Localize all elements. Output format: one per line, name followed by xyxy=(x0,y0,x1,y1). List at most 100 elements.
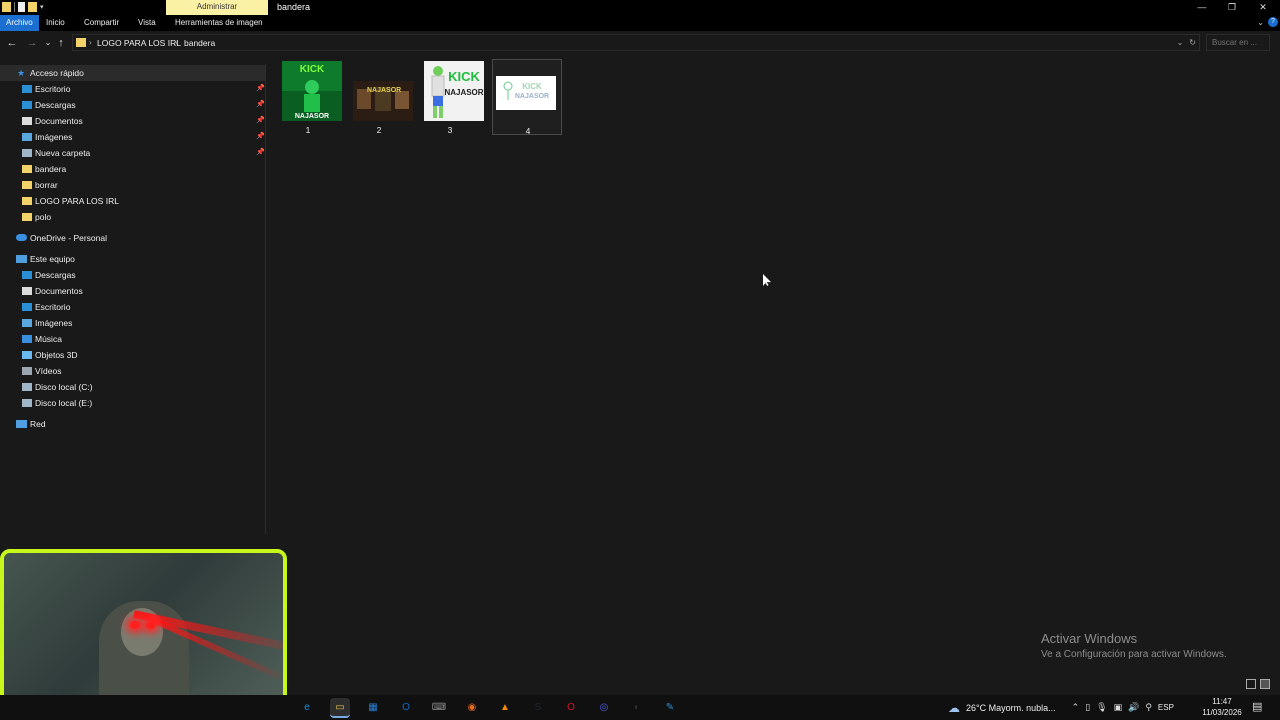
file-item[interactable]: NAJASOR 2 xyxy=(344,59,414,135)
sidebar-item-escritorio[interactable]: Escritorio 📌 xyxy=(0,81,265,97)
forward-arrow-icon[interactable]: → xyxy=(25,36,39,50)
show-hidden-icons-chevron-icon[interactable]: ⌃ xyxy=(1072,702,1080,713)
file-item[interactable]: KICK NAJASOR 1 xyxy=(273,59,343,135)
weather-text[interactable]: 26°C Mayorm. nubla... xyxy=(966,703,1056,713)
sidebar-item-red[interactable]: Red xyxy=(0,416,265,432)
image-thumbnail: KICK NAJASOR xyxy=(282,61,342,121)
tab-herramientas-de-imagen[interactable]: Herramientas de imagen xyxy=(169,15,269,31)
file-list-view[interactable]: KICK NAJASOR 1 NAJASOR 2 KICK NAJASOR 3 xyxy=(267,55,1280,695)
breadcrumb-separator-icon[interactable]: › xyxy=(89,35,92,51)
file-item[interactable]: KICK NAJASOR 3 xyxy=(415,59,485,135)
sidebar-item-polo[interactable]: polo xyxy=(0,209,265,225)
sidebar-item-documentos[interactable]: Documentos 📌 xyxy=(0,113,265,129)
microphone-icon[interactable]: 🎙 xyxy=(1096,702,1107,713)
search-box[interactable] xyxy=(1206,34,1270,51)
navigation-pane: ★ Acceso rápido Escritorio 📌 Descargas 📌 Doc… xyxy=(0,64,266,534)
sidebar-item-logo-para-los-irl[interactable]: LOGO PARA LOS IRL xyxy=(0,193,265,209)
language-indicator[interactable]: ESP xyxy=(1158,703,1174,712)
sidebar-item-pc-escritorio[interactable]: Escritorio xyxy=(0,299,265,315)
tab-compartir[interactable]: Compartir xyxy=(78,15,125,31)
clock[interactable]: 11:47 11/03/2026 xyxy=(1200,696,1244,718)
search-input[interactable] xyxy=(1207,35,1269,50)
drive-icon xyxy=(22,399,32,407)
discord-icon[interactable]: ◎ xyxy=(594,698,614,718)
sidebar-item-nueva-carpeta[interactable]: Nueva carpeta 📌 xyxy=(0,145,265,161)
pin-icon[interactable]: 📌 xyxy=(256,81,265,97)
restore-button[interactable]: ❐ xyxy=(1217,0,1247,15)
sidebar-item-pc-disco-local-e-[interactable]: Disco local (E:) xyxy=(0,395,265,411)
pin-icon[interactable]: 📌 xyxy=(256,129,265,145)
tab-inicio[interactable]: Inicio xyxy=(40,15,71,31)
sidebar-item-pc-documentos[interactable]: Documentos xyxy=(0,283,265,299)
download-icon xyxy=(22,101,32,109)
breadcrumb-bandera[interactable]: bandera xyxy=(184,35,215,51)
sidebar-item-pc-imágenes[interactable]: Imágenes xyxy=(0,315,265,331)
new-folder-icon[interactable] xyxy=(28,2,37,12)
outlook-icon[interactable]: O xyxy=(396,698,416,718)
sidebar-item-acceso-rapido[interactable]: ★ Acceso rápido xyxy=(0,65,265,81)
file-explorer-icon[interactable]: ▭ xyxy=(330,698,350,718)
quick-access-toolbar: ▾ xyxy=(2,2,44,12)
sidebar-item-pc-objetos-3d[interactable]: Objetos 3D xyxy=(0,347,265,363)
glowing-eye xyxy=(130,621,140,629)
firefox-icon[interactable]: ◉ xyxy=(462,698,482,718)
breadcrumb-logo-para-los-irl[interactable]: LOGO PARA LOS IRL xyxy=(97,35,181,51)
vlc-icon[interactable]: ▲ xyxy=(495,698,515,718)
sidebar-item-pc-vídeos[interactable]: Vídeos xyxy=(0,363,265,379)
back-arrow-icon[interactable]: ← xyxy=(5,36,19,50)
sidebar-item-descargas[interactable]: Descargas 📌 xyxy=(0,97,265,113)
obs-icon[interactable]: ◐ xyxy=(627,698,647,718)
sidebar-item-pc-música[interactable]: Música xyxy=(0,331,265,347)
tab-vista[interactable]: Vista xyxy=(132,15,162,31)
volume-icon[interactable]: 🔊 xyxy=(1128,702,1139,713)
up-arrow-icon[interactable]: ↑ xyxy=(54,36,68,50)
network-icon[interactable]: ⚲ xyxy=(1145,702,1152,713)
refresh-icon[interactable]: ↻ xyxy=(1189,35,1196,51)
edge-icon[interactable]: e xyxy=(297,698,317,718)
ribbon-right-controls: ⌄ ? xyxy=(1257,17,1278,27)
sidebar-item-bandera[interactable]: bandera xyxy=(0,161,265,177)
desktop-icon xyxy=(22,85,32,93)
sidebar-item-pc-descargas[interactable]: Descargas xyxy=(0,267,265,283)
weather-cloud-icon[interactable]: ☁ xyxy=(948,701,960,715)
steam-icon[interactable]: S xyxy=(528,698,548,718)
paint-icon[interactable]: ✎ xyxy=(660,698,680,718)
chevron-down-icon[interactable]: ⌄ xyxy=(1177,35,1184,51)
chevron-down-icon[interactable]: ▾ xyxy=(40,3,44,11)
details-view-icon[interactable] xyxy=(1246,679,1256,689)
address-bar[interactable]: › LOGO PARA LOS IRL › bandera ⌄ ↻ xyxy=(72,34,1200,51)
recent-locations-chevron-icon[interactable]: ⌄ xyxy=(41,36,55,50)
taskbar: e ▭ ▦ O ⌨ ◉ ▲ S O ◎ ◐ ✎ ☁ 26°C Mayorm. nubla... ⌃ ▯… xyxy=(0,695,1280,720)
screen-capture-icon[interactable]: ▣ xyxy=(1114,702,1123,713)
sidebar-item-este-equipo[interactable]: Este equipo xyxy=(0,251,265,267)
sidebar-item-pc-disco-local-c-[interactable]: Disco local (C:) xyxy=(0,379,265,395)
file-name: 3 xyxy=(447,125,453,135)
properties-icon[interactable] xyxy=(18,2,25,12)
help-icon[interactable]: ? xyxy=(1268,17,1278,27)
sidebar-item-onedrive[interactable]: OneDrive - Personal xyxy=(0,230,265,246)
keyboard-icon[interactable]: ⌨ xyxy=(429,698,449,718)
folder-icon xyxy=(22,165,32,173)
breadcrumb-separator-icon[interactable]: › xyxy=(175,35,178,51)
glowing-eye xyxy=(146,621,156,629)
pin-icon[interactable]: 📌 xyxy=(256,97,265,113)
large-icons-view-icon[interactable] xyxy=(1260,679,1270,689)
view-toggle xyxy=(1246,679,1270,689)
store-icon[interactable]: ▦ xyxy=(363,698,383,718)
sidebar-item-imágenes[interactable]: Imágenes 📌 xyxy=(0,129,265,145)
desktop-icon xyxy=(22,303,32,311)
image-thumbnail: KICK NAJASOR xyxy=(424,61,484,121)
minimize-button[interactable]: — xyxy=(1187,0,1217,15)
file-name: 4 xyxy=(525,126,531,136)
device-icon[interactable]: ▯ xyxy=(1085,702,1090,713)
tab-archivo[interactable]: Archivo xyxy=(0,15,39,31)
close-button[interactable]: ✕ xyxy=(1248,0,1278,15)
pin-icon[interactable]: 📌 xyxy=(256,145,265,161)
opera-icon[interactable]: O xyxy=(561,698,581,718)
sidebar-item-borrar[interactable]: borrar xyxy=(0,177,265,193)
context-tab-administrar[interactable]: Administrar xyxy=(166,0,268,15)
pin-icon[interactable]: 📌 xyxy=(256,113,265,129)
file-item-selected[interactable]: KICK NAJASOR 4 xyxy=(492,59,562,136)
notifications-icon[interactable]: ▤ xyxy=(1252,700,1262,713)
chevron-down-icon[interactable]: ⌄ xyxy=(1257,18,1264,27)
